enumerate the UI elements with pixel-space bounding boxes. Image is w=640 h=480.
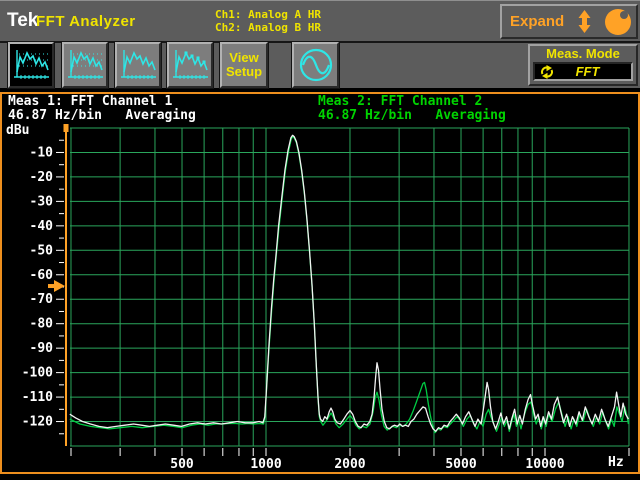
spectrum-chart: -10 -20 -30 -40 -50 -60 -70 -80 -90 -100 -110 -120 5… [2,94,638,472]
y-tick-label: -90 [30,341,54,356]
view-setup-label-line2: Setup [226,65,262,79]
meas-mode-value: FFT [554,64,631,79]
y-tick-label: -10 [30,145,54,160]
x-tick-label: 10000 [525,457,564,472]
view-button-2[interactable] [62,42,108,88]
cycle-icon [540,65,554,79]
signal-source-button[interactable] [292,42,339,88]
expand-control[interactable]: Expand [500,4,638,39]
level-marker-arrow-icon[interactable] [54,280,65,292]
x-tick-label: 1000 [250,457,281,472]
meas-mode-label: Meas. Mode [530,46,636,62]
x-tick-label: 5000 [445,457,476,472]
view-button-4[interactable] [167,42,213,88]
x-tick-label: 500 [170,457,194,472]
y-tick-label: -50 [30,243,54,258]
channel2-source-label: Ch2: Analog B HR [215,21,321,34]
knob-icon[interactable] [605,9,631,35]
y-tick-label: -80 [30,317,54,332]
expand-label: Expand [510,13,564,30]
y-tick-label: -110 [22,390,53,405]
view-setup-label-line1: View [229,51,258,65]
y-tick-label: -30 [30,194,54,209]
y-tick-label: -100 [22,366,53,381]
channel1-source-label: Ch1: Analog A HR [215,8,321,21]
frequency-cursor-handle[interactable] [64,124,69,132]
y-tick-label: -40 [30,219,54,234]
meas-mode-panel: Meas. Mode FFT [528,44,638,86]
up-down-arrow-icon [578,10,591,33]
app-title: FFT Analyzer [36,13,136,30]
y-tick-label: -60 [30,268,54,283]
view-button-1[interactable] [8,42,54,88]
meas-mode-selector[interactable]: FFT [533,62,633,81]
x-tick-label: 2000 [334,457,365,472]
y-tick-label: -120 [22,415,53,430]
x-axis-unit-label: Hz [608,455,624,470]
view-setup-button[interactable]: View Setup [220,42,268,88]
waveform-plot-icon [169,46,211,84]
tek-logo: Tek [7,10,38,32]
y-tick-label: -20 [30,170,54,185]
waveform-plot-icon [10,46,52,84]
y-tick-label: -70 [30,292,54,307]
waveform-plot-icon [117,46,159,84]
view-button-3[interactable] [115,42,161,88]
waveform-plot-icon [64,46,106,84]
sine-wave-icon [296,45,336,85]
top-bar: Tek FFT Analyzer Ch1: Analog A HR Ch2: A… [0,0,640,41]
